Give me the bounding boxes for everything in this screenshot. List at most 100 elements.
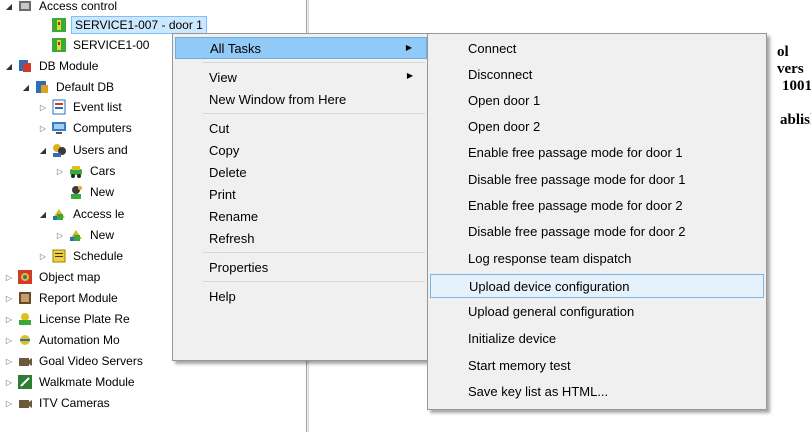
submenu-item-label: Enable free passage mode for door 1 [468, 144, 683, 160]
tree-item[interactable]: ▷SERVICE1-007 - door 1 [38, 15, 207, 35]
menu-item-print[interactable]: Print [175, 183, 427, 205]
tree-item[interactable]: ▷ Walkmate Module [4, 372, 137, 392]
tree-item-label: New [90, 185, 115, 199]
access-levels-icon [51, 206, 67, 222]
submenu-item-label: Save key list as HTML... [468, 383, 609, 399]
submenu-item-label: Enable free passage mode for door 2 [468, 197, 683, 213]
tree-item-label: New [90, 228, 115, 242]
object-map-icon [17, 269, 33, 285]
submenu-item-start-memory-test[interactable]: Start memory test [430, 353, 764, 377]
event-list-icon [51, 99, 67, 115]
collapse-arrow-icon[interactable]: ◢ [4, 0, 14, 13]
tree-item[interactable]: ◢ Default DB [21, 77, 116, 97]
tree-item[interactable]: ▷ Schedule [38, 246, 125, 266]
menu-item-rename[interactable]: Rename [175, 205, 427, 227]
submenu-item-log-response-team-dispatch[interactable]: Log response team dispatch [430, 246, 764, 270]
expand-arrow-icon[interactable]: ▷ [4, 312, 14, 326]
tree-item[interactable]: ◢ Access control [4, 0, 119, 16]
menu-item-delete[interactable]: Delete [175, 161, 427, 183]
submenu-item-disable-free-passage-mode-for-door-2[interactable]: Disable free passage mode for door 2 [430, 219, 764, 243]
expand-arrow-icon[interactable]: ▷ [4, 354, 14, 368]
menu-item-copy[interactable]: Copy [175, 139, 427, 161]
tree-item[interactable]: ▷ License Plate Re [4, 309, 132, 329]
submenu-item-open-door-2[interactable]: Open door 2 [430, 114, 764, 138]
menu-item-view[interactable]: View ▶ [175, 66, 427, 88]
menu-item-help[interactable]: Help [175, 285, 427, 307]
tree-item[interactable]: ▷ ITV Cameras [4, 393, 112, 413]
menu-item-new-window-from-here[interactable]: New Window from Here [175, 88, 427, 110]
tree-item[interactable]: ▷ New [55, 225, 116, 245]
expand-arrow-icon[interactable]: ▷ [4, 375, 14, 389]
menu-item-label: Help [209, 288, 236, 304]
access-levels-icon [68, 227, 84, 243]
tree-item-label: Object map [39, 270, 101, 284]
tree-item[interactable]: ▷New [55, 182, 116, 202]
menu-separator [203, 281, 425, 282]
tree-item-label: License Plate Re [39, 312, 130, 326]
submenu-item-save-key-list-as-html-[interactable]: Save key list as HTML... [430, 379, 764, 403]
tree-item[interactable]: ▷ Automation Mo [4, 330, 122, 350]
tree-item-label: SERVICE1-007 - door 1 [71, 16, 207, 34]
tree-item[interactable]: ▷ Computers [38, 118, 134, 138]
tree-item[interactable]: ▷ Event list [38, 97, 124, 117]
tree-item[interactable]: ◢ Access le [38, 204, 126, 224]
tree-item[interactable]: ▷ Goal Video Servers [4, 351, 145, 371]
expand-arrow-icon[interactable]: ▷ [38, 100, 48, 114]
expand-arrow-icon[interactable]: ▷ [4, 333, 14, 347]
menu-item-label: View [209, 69, 237, 85]
collapse-arrow-icon[interactable]: ◢ [38, 207, 48, 221]
car-icon [68, 163, 84, 179]
context-menu: All Tasks ▶ View ▶ New Window from Here Cut Co… [172, 33, 430, 361]
submenu-item-upload-general-configuration[interactable]: Upload general configuration [430, 299, 764, 323]
submenu-item-label: Upload general configuration [468, 303, 635, 319]
menu-separator [203, 252, 425, 253]
menu-item-refresh[interactable]: Refresh [175, 227, 427, 249]
collapse-arrow-icon[interactable]: ◢ [38, 143, 48, 157]
submenu-item-label: Log response team dispatch [468, 250, 632, 266]
menu-item-cut[interactable]: Cut [175, 117, 427, 139]
tree-item-label: Report Module [39, 291, 118, 305]
menu-item-label: Refresh [209, 230, 255, 246]
expand-arrow-icon[interactable]: ▷ [38, 249, 48, 263]
detail-text: ol vers [777, 44, 804, 77]
expand-arrow-icon[interactable]: ▷ [4, 396, 14, 410]
submenu-item-open-door-1[interactable]: Open door 1 [430, 88, 764, 112]
submenu-item-label: Disable free passage mode for door 2 [468, 223, 686, 239]
submenu-item-disconnect[interactable]: Disconnect [430, 62, 764, 86]
detail-text: 1001 [782, 78, 811, 94]
submenu-item-label: Open door 1 [468, 92, 541, 108]
submenu-item-initialize-device[interactable]: Initialize device [430, 326, 764, 350]
users-icon [51, 142, 67, 158]
tree-item-label: Walkmate Module [39, 375, 135, 389]
submenu-item-enable-free-passage-mode-for-door-1[interactable]: Enable free passage mode for door 1 [430, 140, 764, 164]
expand-arrow-icon[interactable]: ▷ [38, 121, 48, 135]
computer-icon [51, 120, 67, 136]
submenu-item-label: Initialize device [468, 330, 557, 346]
tree-item[interactable]: ▷ Cars [55, 161, 117, 181]
tree-item[interactable]: ◢ DB Module [4, 56, 100, 76]
menu-item-all-tasks[interactable]: All Tasks ▶ [175, 37, 427, 59]
collapse-arrow-icon[interactable]: ◢ [4, 59, 14, 73]
tree-item-label: Default DB [56, 80, 115, 94]
collapse-arrow-icon[interactable]: ◢ [21, 80, 31, 94]
submenu-item-upload-device-configuration[interactable]: Upload device configuration [430, 274, 764, 298]
submenu-item-connect[interactable]: Connect [430, 36, 764, 60]
new-user-icon [68, 184, 84, 200]
expand-arrow-icon[interactable]: ▷ [55, 228, 65, 242]
submenu-item-disable-free-passage-mode-for-door-1[interactable]: Disable free passage mode for door 1 [430, 167, 764, 191]
submenu-item-enable-free-passage-mode-for-door-2[interactable]: Enable free passage mode for door 2 [430, 193, 764, 217]
tree-item[interactable]: ▷SERVICE1-00 [38, 35, 151, 55]
expand-arrow-icon[interactable]: ▷ [4, 270, 14, 284]
menu-item-properties[interactable]: Properties [175, 256, 427, 278]
tree-item[interactable]: ◢ Users and [38, 140, 130, 160]
tree-item-label: Event list [73, 100, 122, 114]
expand-arrow-icon[interactable]: ▷ [55, 164, 65, 178]
tree-item-label: ITV Cameras [39, 396, 110, 410]
expand-arrow-icon[interactable]: ▷ [4, 291, 14, 305]
tree-item[interactable]: ▷ Object map [4, 267, 102, 287]
tree-item[interactable]: ▷ Report Module [4, 288, 120, 308]
video-server-icon [17, 353, 33, 369]
license-plate-icon [17, 311, 33, 327]
automation-icon [17, 332, 33, 348]
tree-item-label: Access le [73, 207, 125, 221]
